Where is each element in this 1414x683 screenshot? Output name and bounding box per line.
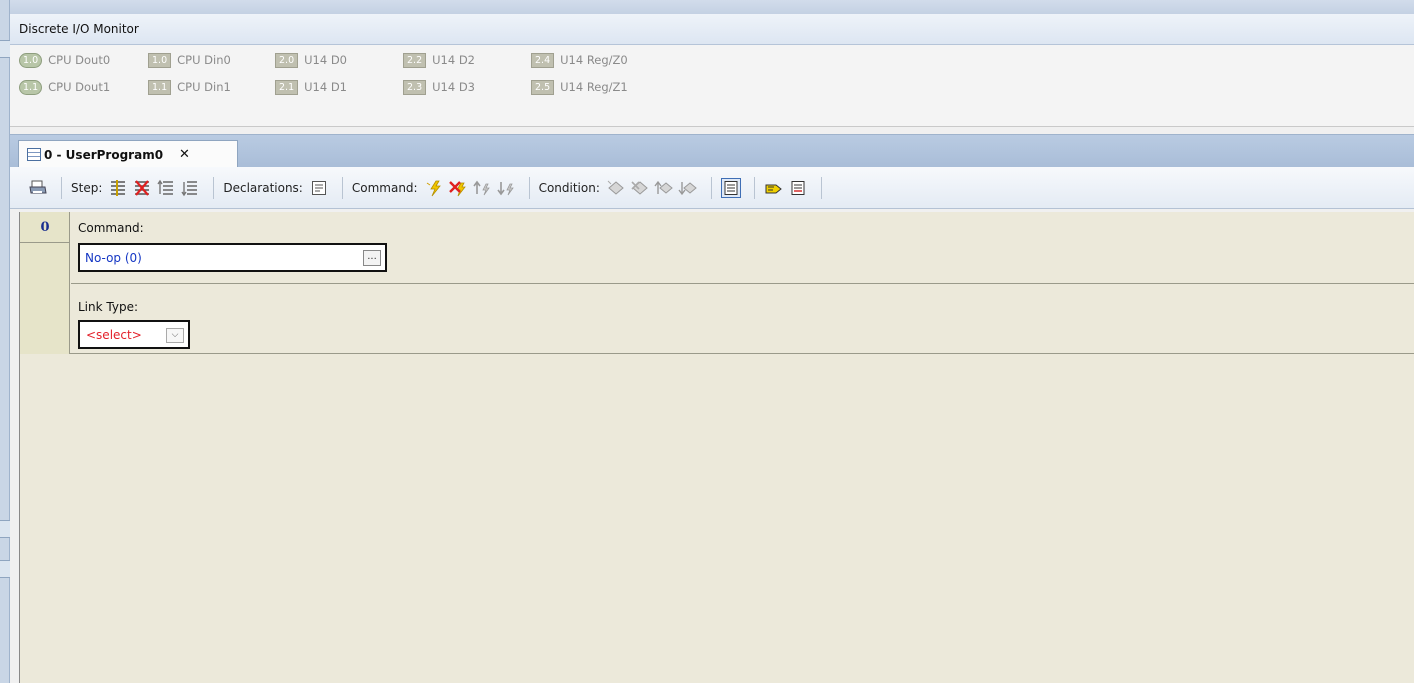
io-led-indicator: 2.4 [531, 52, 555, 68]
step-delete-icon[interactable] [132, 178, 152, 198]
link-type-section: Link Type: <select> ⌵ [71, 284, 1414, 354]
link-type-select[interactable]: <select> ⌵ [78, 320, 190, 349]
io-led-indicator: 1.0 [19, 52, 43, 68]
link-type-value: <select> [86, 327, 142, 342]
step-number: 0 [40, 220, 50, 235]
toolbar-separator [820, 176, 822, 199]
print-icon[interactable] [28, 178, 48, 198]
io-led-indicator: 2.3 [403, 79, 427, 95]
toolbar-separator [528, 176, 530, 199]
command-browse-button[interactable]: ... [363, 250, 381, 266]
io-item-cpu-din0: 1.0 CPU Din0 [148, 51, 231, 69]
chevron-down-icon[interactable]: ⌵ [166, 328, 184, 343]
condition-delete-icon[interactable] [630, 178, 650, 198]
toolbar-separator [710, 176, 712, 199]
dock-handle-middle[interactable] [0, 520, 10, 538]
io-led-indicator: 2.0 [275, 52, 299, 68]
command-move-down-icon[interactable] [496, 178, 516, 198]
io-led-indicator: 2.1 [275, 79, 299, 95]
step-move-down-icon[interactable] [180, 178, 200, 198]
io-led-indicator: 2.5 [531, 79, 555, 95]
io-label: U14 D1 [304, 80, 347, 94]
window-top-bar [0, 0, 1414, 14]
io-led-indicator: 1.0 [148, 52, 172, 68]
close-icon[interactable]: ✕ [179, 147, 190, 162]
step-move-up-icon[interactable] [156, 178, 176, 198]
io-monitor-grid: 1.0 CPU Dout0 1.1 CPU Dout1 1.0 CPU Din0… [10, 45, 1414, 125]
io-led-indicator: 1.1 [19, 79, 43, 95]
io-monitor-title: Discrete I/O Monitor [10, 14, 1414, 45]
io-item-cpu-dout0: 1.0 CPU Dout0 [19, 51, 110, 69]
condition-move-up-icon[interactable] [654, 178, 674, 198]
io-item-cpu-dout1: 1.1 CPU Dout1 [19, 78, 110, 96]
io-label: U14 Reg/Z0 [560, 53, 628, 67]
io-label: U14 D0 [304, 53, 347, 67]
io-led-indicator: 1.1 [148, 79, 172, 95]
step-label: Step: [71, 180, 103, 195]
document-tab-strip: 0 - UserProgram0 ✕ [10, 134, 1414, 168]
link-type-field-label: Link Type: [78, 300, 138, 314]
command-move-up-icon[interactable] [472, 178, 492, 198]
io-item-u14-d0: 2.0 U14 D0 [275, 51, 347, 69]
io-label: CPU Din0 [177, 53, 231, 67]
toolbar-separator [61, 176, 62, 199]
io-item-u14-d1: 2.1 U14 D1 [275, 78, 347, 96]
step-number-column: 0 [20, 212, 70, 354]
declarations-label: Declarations: [223, 180, 303, 195]
condition-add-icon[interactable] [606, 178, 626, 198]
list-view-icon[interactable] [720, 177, 741, 198]
command-value: No-op (0) [85, 250, 142, 265]
declarations-icon[interactable] [309, 178, 329, 198]
program-toolbar: Step: Declarations: Command: Condition: [10, 167, 1414, 209]
io-label: U14 Reg/Z1 [560, 80, 628, 94]
command-field-label: Command: [78, 221, 144, 235]
io-label: U14 D2 [432, 53, 475, 67]
io-item-u14-d2: 2.2 U14 D2 [403, 51, 475, 69]
command-section: Command: No-op (0) ... [71, 212, 1414, 284]
io-label: CPU Dout0 [48, 53, 111, 67]
divider [20, 242, 70, 243]
command-label: Command: [351, 180, 418, 195]
toolbar-separator [753, 176, 755, 199]
tab-userprogram0[interactable]: 0 - UserProgram0 ✕ [18, 140, 238, 168]
io-item-cpu-din1: 1.1 CPU Din1 [148, 78, 231, 96]
command-add-icon[interactable] [424, 178, 444, 198]
dock-handle-top[interactable] [0, 40, 10, 58]
toolbar-separator [341, 176, 343, 199]
toolbar-separator [213, 176, 215, 199]
app-window: Discrete I/O Monitor 1.0 CPU Dout0 1.1 C… [0, 0, 1414, 683]
command-field[interactable]: No-op (0) ... [78, 243, 387, 272]
step-row: 0 Command: No-op (0) ... Link Type: <sel… [20, 212, 1414, 354]
tag-view-icon[interactable] [764, 178, 784, 198]
step-insert-icon[interactable] [108, 178, 128, 198]
program-document-icon [27, 148, 41, 161]
io-item-u14-reg-z0: 2.4 U14 Reg/Z0 [531, 51, 628, 69]
io-monitor-panel: Discrete I/O Monitor 1.0 CPU Dout0 1.1 C… [10, 14, 1414, 127]
io-label: U14 D3 [432, 80, 475, 94]
command-delete-icon[interactable] [448, 178, 468, 198]
step-canvas[interactable]: 0 Command: No-op (0) ... Link Type: <sel… [19, 212, 1414, 683]
notes-view-icon[interactable] [788, 178, 808, 198]
left-dock-strip[interactable] [0, 0, 10, 683]
condition-label: Condition: [538, 180, 600, 195]
condition-move-down-icon[interactable] [678, 178, 698, 198]
io-item-u14-reg-z1: 2.5 U14 Reg/Z1 [531, 78, 628, 96]
io-led-indicator: 2.2 [403, 52, 427, 68]
io-item-u14-d3: 2.3 U14 D3 [403, 78, 475, 96]
program-editor: 0 Command: No-op (0) ... Link Type: <sel… [10, 209, 1414, 683]
io-label: CPU Din1 [177, 80, 231, 94]
tab-label: 0 - UserProgram0 [44, 147, 164, 162]
io-label: CPU Dout1 [48, 80, 111, 94]
dock-handle-bottom[interactable] [0, 560, 10, 578]
